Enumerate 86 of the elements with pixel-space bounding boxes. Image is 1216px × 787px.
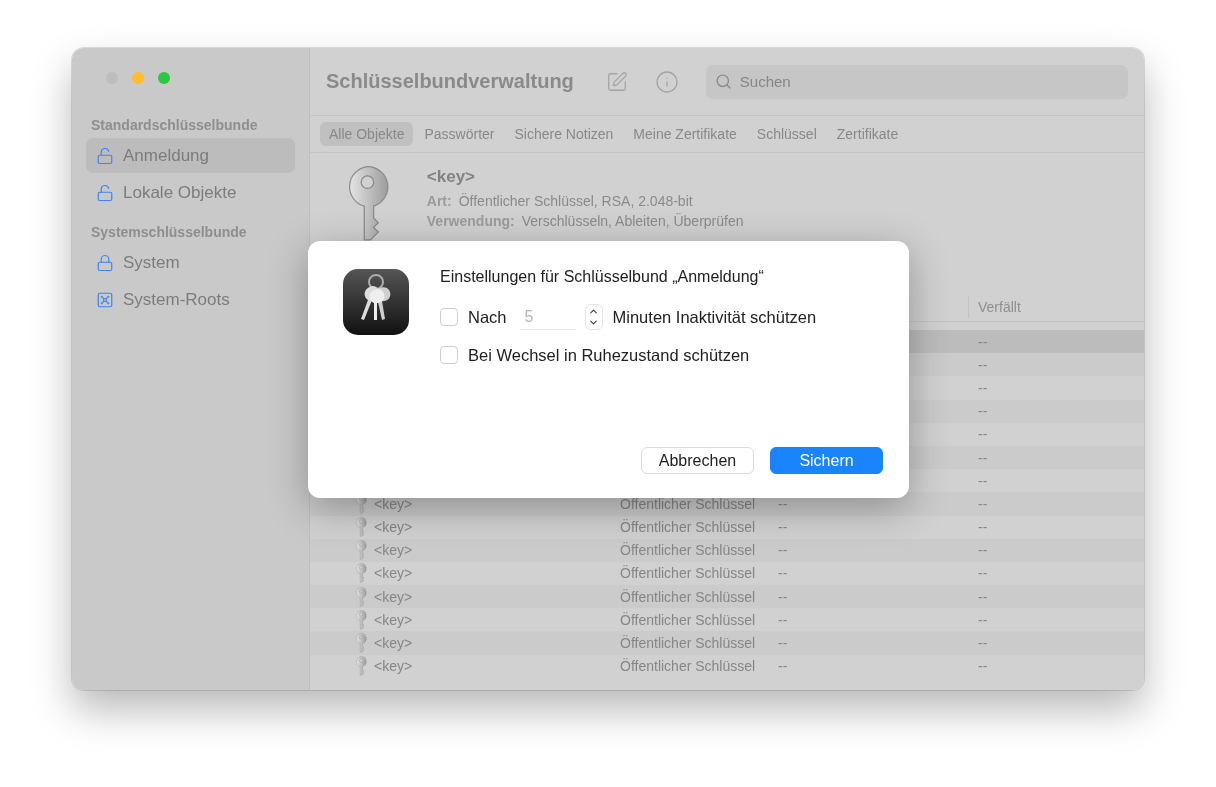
table-cell-text: Öffentlicher Schlüssel [620, 588, 757, 605]
tab[interactable]: Schlüssel [747, 122, 826, 146]
table-cell-text: -- [778, 588, 789, 605]
table-cell-text: <key> [374, 542, 414, 559]
field-value: Verschlüsseln, Ableiten, Überprüfen [521, 213, 744, 229]
table-cell-text: -- [977, 495, 989, 512]
table-cell-text: -- [778, 611, 789, 628]
option-label: Minuten Inaktivität schützen [612, 307, 817, 327]
item-name: <key> [426, 167, 477, 187]
tab[interactable]: Meine Zertifikate [624, 122, 746, 146]
table-cell-text: <key> [374, 565, 414, 582]
table-row[interactable]: <key> Öffentlicher Schlüssel -- -- [310, 585, 1144, 609]
vault-icon [96, 290, 114, 309]
table-cell-text: <key> [374, 588, 414, 605]
table-row[interactable]: <key> Öffentlicher Schlüssel -- -- [310, 538, 1144, 562]
tab[interactable]: Alle Objekte [320, 122, 414, 146]
table-cell-text: -- [778, 495, 789, 512]
key-icon [355, 563, 367, 584]
table-cell-text: -- [977, 588, 989, 605]
section-heading: Standardschlüsselbunde [90, 117, 259, 133]
table-cell-text: -- [977, 611, 989, 628]
table-cell-text: -- [977, 403, 989, 420]
field-value: Öffentlicher Schlüssel, RSA, 2.048-bit [458, 193, 693, 209]
down-chevron-icon[interactable] [588, 317, 600, 328]
unlocked-lock-icon [96, 146, 114, 165]
table-cell-text: <key> [374, 635, 414, 652]
table-cell-text: -- [977, 379, 989, 396]
table-cell-text: Öffentlicher Schlüssel [620, 611, 757, 628]
table-cell-text: <key> [374, 495, 414, 512]
save-button[interactable]: Sichern [770, 447, 883, 474]
compose-icon[interactable] [605, 70, 628, 93]
sidebar-item[interactable]: System [86, 245, 295, 280]
key-icon [355, 609, 367, 630]
sidebar-item[interactable]: Lokale Objekte [86, 175, 295, 210]
stepper[interactable] [584, 304, 603, 330]
info-icon[interactable] [654, 69, 679, 94]
table-cell-text: -- [977, 635, 989, 652]
minimize-button[interactable] [132, 72, 144, 84]
search-field[interactable]: Suchen [705, 64, 1128, 99]
table-cell-text: -- [778, 542, 789, 559]
sidebar-item[interactable]: Anmeldung [86, 138, 295, 173]
key-icon [355, 656, 367, 677]
table-cell-text: -- [977, 542, 989, 559]
table-cell-text: Öffentlicher Schlüssel [620, 519, 757, 536]
table-cell-text: Öffentlicher Schlüssel [620, 565, 757, 582]
table-cell-text: -- [778, 658, 789, 675]
table-cell-text: -- [778, 565, 789, 582]
lock-icon [96, 253, 114, 272]
table-cell-text: <key> [374, 611, 414, 628]
tab[interactable]: Sichere Notizen [505, 122, 623, 146]
table-row[interactable]: <key> Öffentlicher Schlüssel -- -- [310, 631, 1144, 655]
table-cell-text: <key> [374, 519, 414, 536]
option-label: Bei Wechsel in Ruhezustand schützen [468, 345, 750, 365]
checkbox[interactable] [440, 346, 458, 364]
cancel-button[interactable]: Abbrechen [641, 447, 754, 474]
tab[interactable]: Zertifikate [827, 122, 908, 146]
table-cell-text: -- [977, 472, 989, 489]
unlocked-lock-icon [96, 183, 114, 202]
key-icon [355, 540, 367, 561]
window-title: Schlüsselbundverwaltung [326, 70, 574, 93]
table-cell-text: Öffentlicher Schlüssel [620, 495, 757, 512]
tab[interactable]: Passwörter [415, 122, 504, 146]
option-label: Nach [468, 307, 507, 327]
table-cell-text: -- [778, 635, 789, 652]
table-cell-text: -- [977, 449, 989, 466]
dialog-title: Einstellungen für Schlüsselbund „Anmeldung“ [440, 268, 765, 286]
table-cell-text: -- [977, 426, 989, 443]
keys-app-icon [342, 268, 410, 336]
table-cell-text: Öffentlicher Schlüssel [620, 635, 757, 652]
key-icon [355, 586, 367, 607]
column-header[interactable]: Verfällt [968, 296, 1144, 318]
table-cell-text: Öffentlicher Schlüssel [620, 542, 757, 559]
table-cell-text: -- [977, 333, 989, 350]
table-cell-text: Öffentlicher Schlüssel [620, 658, 757, 675]
zoom-button[interactable] [158, 72, 170, 84]
table-cell-text: -- [977, 356, 989, 373]
table-cell-text: <key> [374, 658, 414, 675]
key-icon [355, 517, 367, 538]
table-cell-text: -- [778, 519, 789, 536]
section-heading: Systemschlüsselbunde [90, 224, 248, 240]
table-cell-text: -- [977, 565, 989, 582]
table-cell-text: -- [977, 658, 989, 675]
key-icon [355, 633, 367, 654]
table-cell-text: -- [977, 519, 989, 536]
search-icon [714, 72, 732, 90]
sidebar-item[interactable]: System-Roots [86, 282, 295, 317]
